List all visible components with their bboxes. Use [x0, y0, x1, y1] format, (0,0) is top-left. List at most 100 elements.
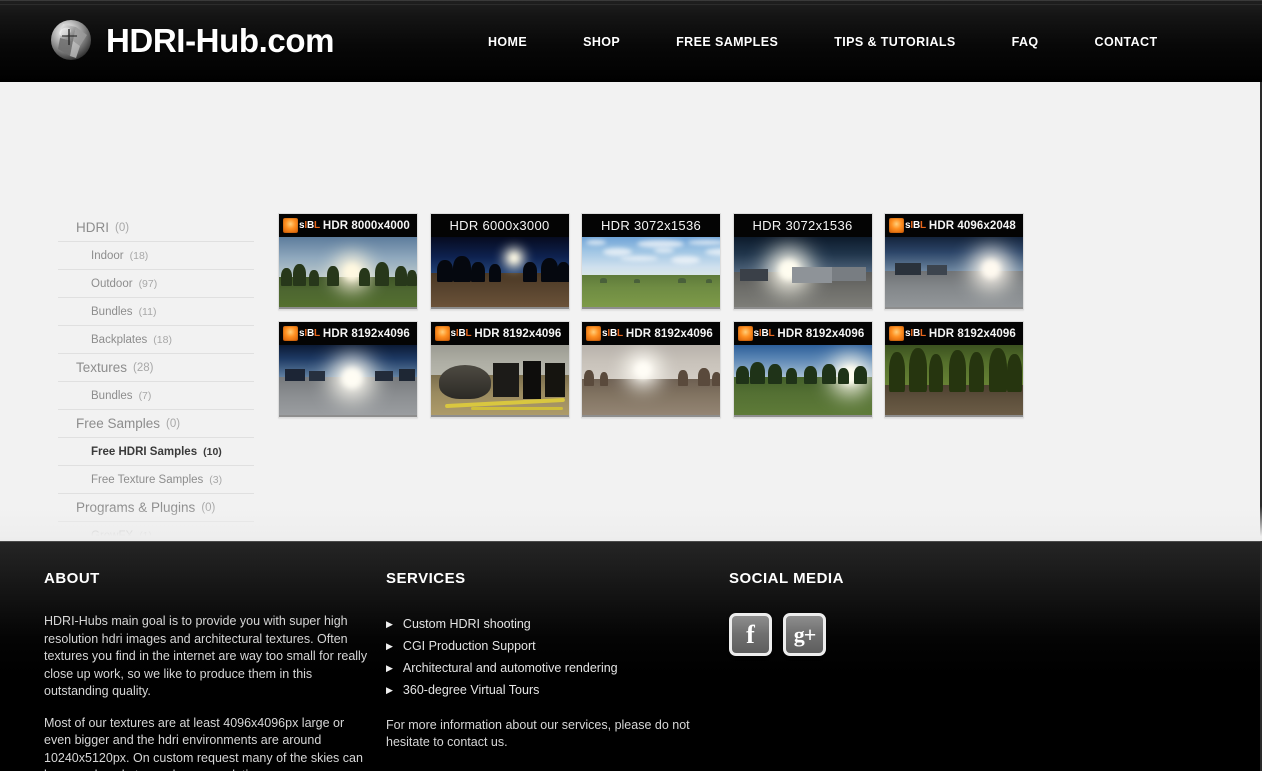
footer-service-label: Custom HDRI shooting	[402, 617, 531, 631]
thumbnail-info-bar: sIBL HDR 8192x4096	[885, 322, 1023, 345]
thumbnail-resolution-label: HDR 8192x4096	[474, 327, 562, 340]
nav-item-free-samples[interactable]: FREE SAMPLES	[648, 29, 806, 55]
sibl-square-icon	[586, 326, 601, 341]
nav-item-home[interactable]: HOME	[460, 29, 555, 55]
footer-social-title: SOCIAL MEDIA	[729, 570, 844, 587]
sidebar-item-label: GrowFX	[91, 529, 134, 542]
sidebar-item-label: Free Texture Samples	[91, 473, 204, 486]
gallery-thumbnail[interactable]: HDR 3072x1536	[581, 213, 721, 310]
thumbnail-preview-image[interactable]	[733, 237, 872, 307]
sibl-badge-icon: sIBL	[283, 218, 320, 233]
thumbnail-footer-strip	[733, 415, 872, 417]
sidebar-item-outdoor[interactable]: Outdoor (97)	[58, 270, 254, 298]
sibl-square-icon	[889, 218, 904, 233]
sidebar-item-bundles[interactable]: Bundles (7)	[58, 382, 254, 410]
gallery-thumbnail[interactable]: sIBL HDR 8192x4096	[278, 321, 418, 418]
thumbnail-footer-strip	[279, 307, 417, 309]
sidebar-item-label: Free HDRI Samples	[91, 445, 198, 458]
thumbnail-footer-strip	[582, 307, 720, 309]
thumbnail-gallery: sIBL HDR 8000x4000 HDR 6000x3000 HDR 3072x1…	[278, 213, 1038, 429]
nav-item-faq[interactable]: FAQ	[984, 29, 1067, 55]
sidebar-item-hdri[interactable]: HDRI (0)	[58, 214, 254, 242]
gallery-thumbnail[interactable]: sIBL HDR 8192x4096	[732, 321, 873, 418]
sidebar-item-indoor[interactable]: Indoor (18)	[58, 242, 254, 270]
sibl-badge-icon: sIBL	[889, 326, 926, 341]
nav-item-tips-tutorials[interactable]: TIPS & TUTORIALS	[806, 29, 983, 55]
facebook-icon[interactable]: f	[729, 613, 772, 656]
thumbnail-resolution-label: HDR 4096x2048	[928, 219, 1016, 232]
sibl-badge-icon: sIBL	[434, 326, 472, 341]
google-plus-icon[interactable]: g+	[783, 613, 826, 656]
thumbnail-preview-image[interactable]	[885, 345, 1023, 415]
thumbnail-preview-image[interactable]	[885, 237, 1023, 307]
gallery-thumbnail[interactable]: sIBL HDR 8192x4096	[884, 321, 1024, 418]
thumbnail-preview-image[interactable]	[733, 345, 872, 415]
thumbnail-footer-strip	[733, 307, 872, 309]
sidebar-item-count: (0)	[115, 221, 130, 234]
hdri-sphere-logo-icon	[46, 15, 98, 67]
footer-service-item-architectural-and-automotive-rendering[interactable]: ▶ Architectural and automotive rendering	[386, 657, 716, 679]
sidebar-item-label: HDRI	[76, 220, 109, 235]
thumbnail-footer-strip	[582, 415, 720, 417]
gallery-thumbnail[interactable]: sIBL HDR 8192x4096	[581, 321, 721, 418]
sidebar-item-free-hdri-samples[interactable]: Free HDRI Samples (10)	[58, 438, 254, 466]
footer-service-label: 360-degree Virtual Tours	[402, 683, 540, 697]
sidebar-item-label: Backplates	[91, 333, 148, 346]
logo[interactable]: HDRI-Hub.com	[46, 15, 334, 67]
footer-service-item-custom-hdri-shooting[interactable]: ▶ Custom HDRI shooting	[386, 613, 716, 635]
sidebar-item-textures[interactable]: Textures (28)	[58, 354, 254, 382]
thumbnail-resolution-label: HDR 8192x4096	[777, 327, 865, 340]
nav-item-shop[interactable]: SHOP	[555, 29, 648, 55]
sidebar-item-free-texture-samples[interactable]: Free Texture Samples (3)	[58, 466, 254, 494]
site-header: HDRI-Hub.com HOME SHOP FREE SAMPLES TIPS…	[0, 0, 1262, 82]
thumbnail-info-bar: sIBL HDR 8192x4096	[582, 322, 720, 345]
thumbnail-preview-image[interactable]	[430, 345, 569, 415]
footer-service-label: Architectural and automotive rendering	[402, 661, 618, 675]
triangle-right-icon: ▶	[386, 641, 393, 651]
thumbnail-preview-image[interactable]	[279, 345, 417, 415]
footer-service-item-360-degree-virtual-tours[interactable]: ▶ 360-degree Virtual Tours	[386, 679, 716, 701]
gallery-row: sIBL HDR 8000x4000 HDR 6000x3000 HDR 3072x1…	[278, 213, 1038, 310]
footer-about-paragraph-2: Most of our textures are at least 4096x4…	[44, 715, 363, 771]
thumbnail-footer-strip	[430, 415, 569, 417]
sidebar-item-free-samples[interactable]: Free Samples (0)	[58, 410, 254, 438]
thumbnail-resolution-label: HDR 3072x1536	[600, 218, 702, 233]
thumbnail-info-bar: HDR 3072x1536	[582, 214, 720, 237]
sidebar-item-count: (10)	[203, 445, 222, 458]
footer-social-column: SOCIAL MEDIA f g+	[729, 570, 1009, 656]
sidebar-item-backplates[interactable]: Backplates (18)	[58, 326, 254, 354]
triangle-right-icon: ▶	[386, 619, 393, 629]
thumbnail-footer-strip	[430, 307, 569, 309]
thumbnail-info-bar: HDR 6000x3000	[430, 214, 569, 237]
sidebar-item-count: (0)	[166, 417, 181, 430]
sidebar-item-label: Textures	[76, 360, 128, 375]
sidebar-item-label: Outdoor	[91, 277, 133, 290]
triangle-right-icon: ▶	[386, 663, 393, 673]
gallery-thumbnail[interactable]: sIBL HDR 8000x4000	[278, 213, 418, 310]
thumbnail-footer-strip	[885, 307, 1023, 309]
gallery-thumbnail[interactable]: sIBL HDR 8192x4096	[429, 321, 570, 418]
sidebar-item-count: (97)	[138, 277, 158, 290]
nav-item-contact[interactable]: CONTACT	[1067, 29, 1186, 55]
gallery-thumbnail[interactable]: sIBL HDR 4096x2048	[884, 213, 1024, 310]
thumbnail-info-bar: sIBL HDR 8192x4096	[733, 322, 872, 345]
footer-service-label: CGI Production Support	[402, 639, 536, 653]
footer-service-item-cgi-production-support[interactable]: ▶ CGI Production Support	[386, 635, 716, 657]
thumbnail-preview-image[interactable]	[582, 345, 720, 415]
thumbnail-info-bar: sIBL HDR 8192x4096	[430, 322, 569, 345]
footer-services-note: For more information about our services,…	[386, 718, 690, 749]
site-footer: ABOUT HDRI-Hubs main goal is to provide …	[0, 541, 1262, 771]
sidebar-item-label: Free Samples	[76, 416, 161, 431]
sibl-square-icon	[283, 326, 298, 341]
gallery-thumbnail[interactable]: HDR 6000x3000	[429, 213, 570, 310]
thumbnail-preview-image[interactable]	[430, 237, 569, 307]
sidebar-item-count: (18)	[129, 249, 149, 262]
thumbnail-preview-image[interactable]	[582, 237, 720, 307]
sidebar-item-bundles[interactable]: Bundles (11)	[58, 298, 254, 326]
sidebar-item-programs-plugins[interactable]: Programs & Plugins (0)	[58, 494, 254, 522]
thumbnail-resolution-label: HDR 8192x4096	[928, 327, 1016, 340]
gallery-thumbnail[interactable]: HDR 3072x1536	[732, 213, 873, 310]
triangle-right-icon: ▶	[386, 685, 393, 695]
thumbnail-preview-image[interactable]	[279, 237, 417, 307]
social-links: f g+	[729, 613, 1009, 656]
